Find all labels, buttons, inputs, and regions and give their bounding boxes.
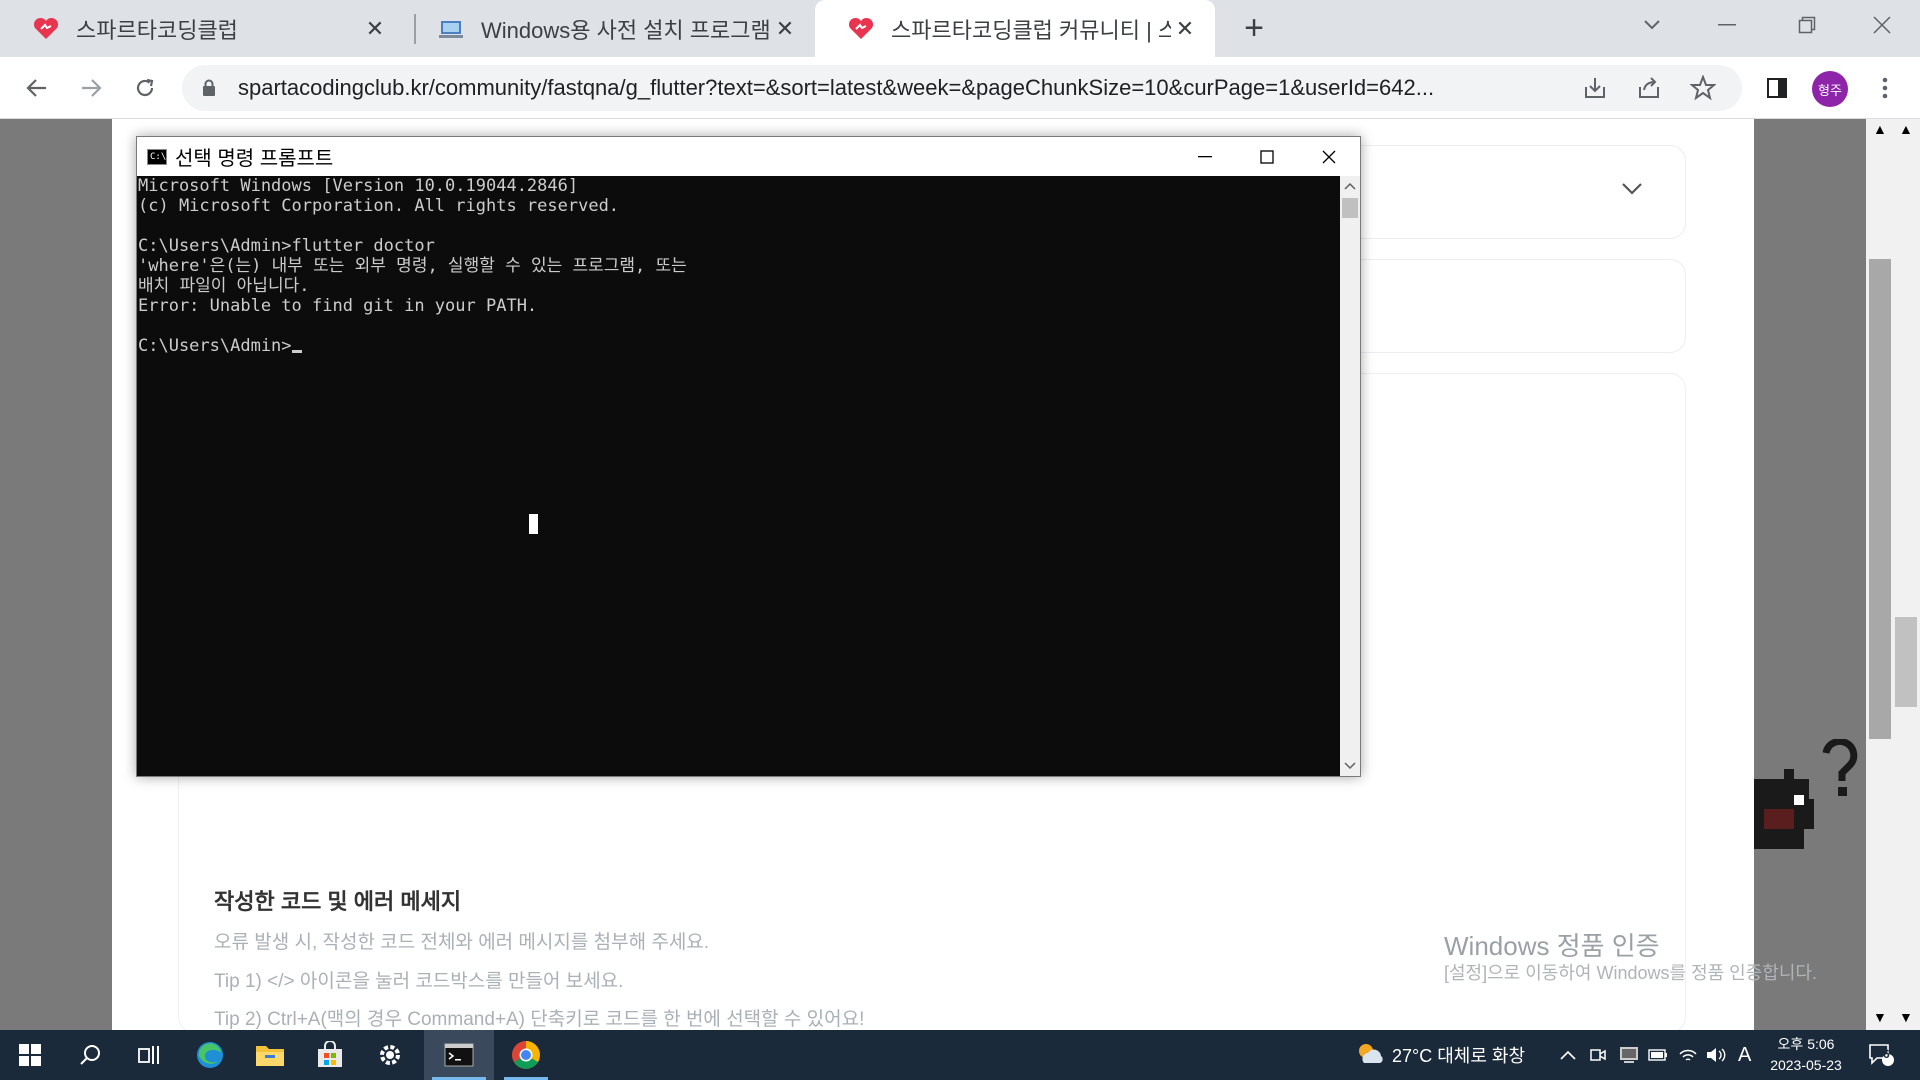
microsoft-store-icon[interactable] <box>300 1030 360 1080</box>
tab-sparta-community[interactable]: 스파르타코딩클럽 커뮤니티 | 스 ✕ <box>815 0 1215 57</box>
reload-button[interactable] <box>124 67 166 109</box>
console-title-bar[interactable]: C:\ 선택 명령 프롬프트 <box>137 137 1360 176</box>
wifi-icon[interactable] <box>1678 1030 1698 1080</box>
console-line: (c) Microsoft Corporation. All rights re… <box>138 196 620 216</box>
tab-windows-prereq[interactable]: Windows용 사전 설치 프로그램 ✕ <box>405 0 815 57</box>
weather-widget[interactable]: 27°C 대체로 화창 <box>1356 1030 1525 1080</box>
console-scroll-down-icon[interactable] <box>1340 756 1360 776</box>
share-icon[interactable] <box>1636 75 1662 106</box>
lock-icon[interactable] <box>202 79 222 97</box>
clock-date: 2023-05-23 <box>1770 1057 1842 1073</box>
device-monitor-icon[interactable] <box>1618 1030 1640 1080</box>
sparta-heart-icon <box>847 15 875 43</box>
profile-avatar[interactable]: 형주 <box>1812 71 1848 107</box>
command-prompt-window[interactable]: C:\ 선택 명령 프롬프트 Microsoft Windows [Versio… <box>136 136 1361 777</box>
mouse-text-cursor <box>529 514 538 534</box>
laptop-icon <box>437 15 465 43</box>
file-explorer-icon[interactable] <box>240 1030 300 1080</box>
chevron-down-icon[interactable] <box>1621 182 1643 201</box>
taskbar-clock[interactable]: 오후 5:06 2023-05-23 <box>1756 1034 1856 1076</box>
console-scroll-up-icon[interactable] <box>1340 176 1360 196</box>
tab-strip: 스파르타코딩클럽 ✕ Windows용 사전 설치 프로그램 ✕ 스파르타코딩클… <box>0 0 1920 57</box>
help-line: Tip 2) Ctrl+A(맥의 경우 Command+A) 단축키로 코드를 … <box>214 1009 865 1030</box>
show-hidden-icons-chevron-up-icon[interactable] <box>1560 1030 1576 1080</box>
console-scrollbar[interactable] <box>1340 176 1360 776</box>
console-line: C:\Users\Admin>flutter doctor <box>138 236 435 256</box>
url-text[interactable]: spartacodingclub.kr/community/fastqna/g_… <box>238 75 1568 101</box>
page-backdrop-left <box>0 119 112 1030</box>
browser-toolbar: spartacodingclub.kr/community/fastqna/g_… <box>0 57 1920 119</box>
text-cursor <box>291 350 302 353</box>
task-view-icon[interactable] <box>120 1030 180 1080</box>
tab-search-icon[interactable] <box>1620 0 1684 50</box>
console-line: 배치 파일이 아닙니다. <box>138 276 310 296</box>
weather-partly-sunny-icon <box>1356 1041 1384 1070</box>
minimize-icon[interactable] <box>1695 0 1759 50</box>
notification-center-icon[interactable]: 6 <box>1868 1030 1894 1080</box>
activation-watermark-sub: [설정]으로 이동하여 Windows를 정품 인증합니다. <box>1444 963 1817 983</box>
back-button[interactable] <box>16 67 58 109</box>
install-app-icon[interactable] <box>1582 75 1608 106</box>
tab-sparta-home[interactable]: 스파르타코딩클럽 ✕ <box>0 0 405 57</box>
bookmark-star-icon[interactable] <box>1689 74 1717 106</box>
console-prompt: C:\Users\Admin> <box>138 336 292 356</box>
console-app-icon: C:\ <box>147 148 167 165</box>
activation-watermark-title: Windows 정품 인증 <box>1444 931 1660 961</box>
scroll-up-icon[interactable]: ▲ <box>1899 121 1913 137</box>
edge-browser-icon[interactable] <box>180 1030 240 1080</box>
console-line: Error: Unable to find git in your PATH. <box>138 296 538 316</box>
volume-icon[interactable] <box>1706 1030 1726 1080</box>
tab-title: 스파르타코딩클럽 커뮤니티 | 스 <box>891 17 1171 43</box>
input-method-indicator[interactable]: A <box>1738 1030 1751 1080</box>
scrollbar-thumb-secondary[interactable] <box>1895 617 1917 707</box>
console-minimize-icon[interactable] <box>1174 137 1236 176</box>
scrollbar-thumb[interactable] <box>1869 259 1891 739</box>
forward-button[interactable] <box>70 67 112 109</box>
help-line: Tip 1) </> 아이콘을 눌러 코드박스를 만들어 보세요. <box>214 971 624 992</box>
command-prompt-taskbar-icon[interactable] <box>424 1030 494 1080</box>
dropdown-card[interactable] <box>1332 145 1686 239</box>
scroll-down-icon[interactable]: ▼ <box>1873 1009 1887 1025</box>
new-tab-button[interactable]: + <box>1236 9 1272 47</box>
tab-title: Windows용 사전 설치 프로그램 <box>481 17 771 43</box>
page-backdrop-right <box>1754 119 1866 1030</box>
scroll-down-icon[interactable]: ▼ <box>1899 1009 1913 1025</box>
console-output[interactable]: Microsoft Windows [Version 10.0.19044.28… <box>137 176 1340 776</box>
start-windows-icon[interactable] <box>0 1030 60 1080</box>
clock-time: 오후 5:06 <box>1777 1036 1835 1052</box>
weather-text: 27°C 대체로 화창 <box>1392 1046 1526 1066</box>
console-line: 'where'은(는) 내부 또는 외부 명령, 실행할 수 있는 프로그램, … <box>138 256 687 276</box>
side-panel-icon[interactable] <box>1756 67 1798 109</box>
close-tab-icon[interactable]: ✕ <box>1171 15 1199 43</box>
search-icon[interactable] <box>60 1030 120 1080</box>
address-bar[interactable]: spartacodingclub.kr/community/fastqna/g_… <box>182 65 1742 111</box>
console-maximize-icon[interactable] <box>1236 137 1298 176</box>
windows-taskbar: 27°C 대체로 화창 A 오후 5:06 2023-05-23 6 <box>0 1030 1920 1080</box>
meet-now-icon[interactable] <box>1590 1030 1606 1080</box>
battery-icon[interactable] <box>1648 1030 1668 1080</box>
menu-kebab-icon[interactable] <box>1864 67 1906 109</box>
page-scrollbar[interactable]: ▲ ▼ ▲ ▼ <box>1866 119 1920 1030</box>
chrome-taskbar-icon[interactable] <box>496 1030 556 1080</box>
close-tab-icon[interactable]: ✕ <box>771 15 799 43</box>
console-scroll-thumb[interactable] <box>1342 198 1358 218</box>
section-title: 작성한 코드 및 에러 메세지 <box>214 889 462 914</box>
help-line: 오류 발생 시, 작성한 코드 전체와 에러 메시지를 첨부해 주세요. <box>214 932 710 953</box>
tab-title: 스파르타코딩클럽 <box>76 17 238 43</box>
console-prompt-line: C:\Users\Admin> <box>137 336 1340 356</box>
scroll-up-icon[interactable]: ▲ <box>1873 121 1887 137</box>
question-character-icon <box>1754 737 1866 864</box>
sparta-heart-icon <box>32 15 60 43</box>
console-close-icon[interactable] <box>1298 137 1360 176</box>
settings-gear-icon[interactable] <box>360 1030 420 1080</box>
console-line: Microsoft Windows [Version 10.0.19044.28… <box>138 176 579 196</box>
input-card[interactable] <box>1332 259 1686 353</box>
close-window-icon[interactable] <box>1850 0 1914 50</box>
console-title: 선택 명령 프롬프트 <box>175 148 334 170</box>
notification-count: 6 <box>1883 1047 1890 1061</box>
restore-icon[interactable] <box>1775 0 1839 50</box>
close-tab-icon[interactable]: ✕ <box>361 15 389 43</box>
